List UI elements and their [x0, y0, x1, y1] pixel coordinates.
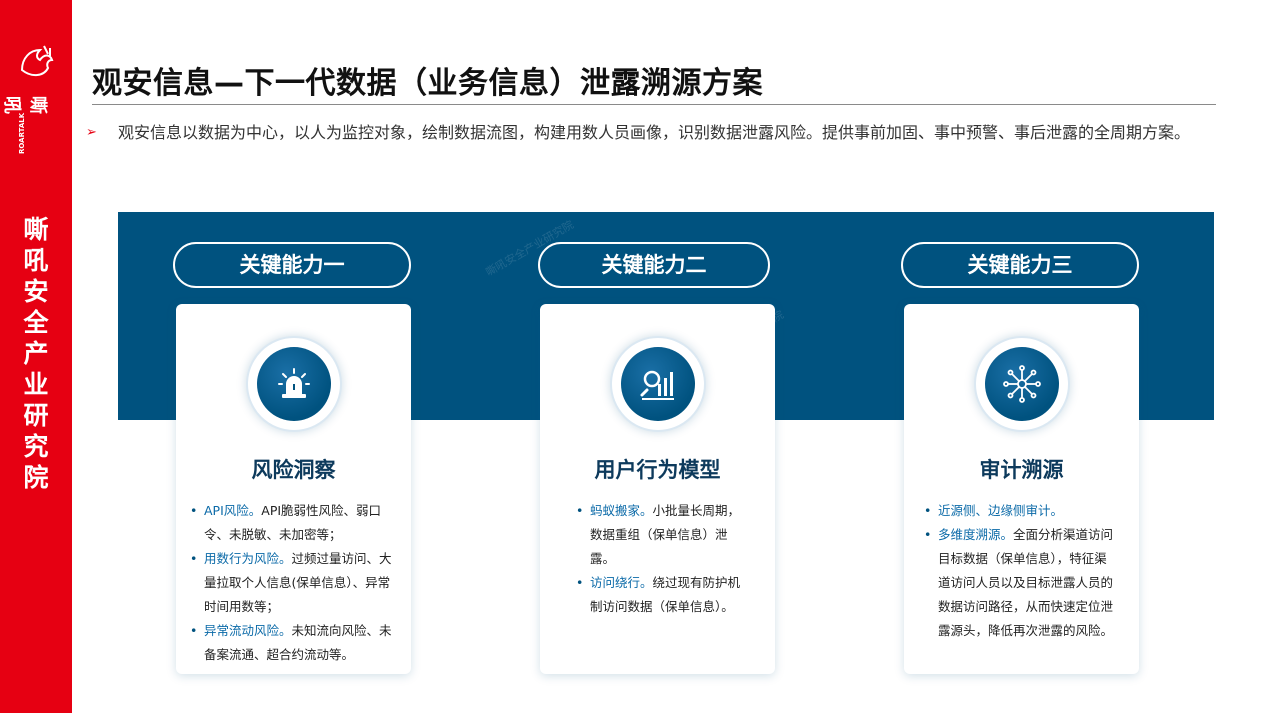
- intro-text: 观安信息以数据为中心，以人为监控对象，绘制数据流图，构建用数人员画像，识别数据泄…: [118, 123, 1191, 142]
- bullet-arrow-icon: ➢: [86, 125, 97, 140]
- list-item: 访问绕行。绕过现有防护机制访问数据（保单信息）。: [574, 571, 751, 619]
- brand-logo-cn: 嘶吼: [1, 96, 48, 114]
- analytics-chart-icon: [640, 370, 674, 400]
- list-item: 异常流动风险。未知流向风险、未备案流通、超合约流动等。: [188, 619, 401, 667]
- list-item: API风险。API脆弱性风险、弱口令、未脱敏、未加密等；: [188, 499, 401, 547]
- alarm-siren-icon: [277, 368, 310, 398]
- list-item: 近源侧、边缘侧审计。: [922, 499, 1119, 523]
- title-divider: [92, 104, 1216, 105]
- brand-logo-icon: [20, 45, 54, 76]
- card-title: 用户行为模型: [594, 458, 721, 482]
- card-list: API风险。API脆弱性风险、弱口令、未脱敏、未加密等； 用数行为风险。过频过量…: [188, 499, 401, 667]
- list-item: 用数行为风险。过频过量访问、大量拉取个人信息(保单信息）、异常时间用数等；: [188, 547, 401, 619]
- card-list: 蚂蚁搬家。小批量长周期，数据重组（保单信息）泄露。 访问绕行。绕过现有防护机制访…: [574, 499, 751, 619]
- page-title: 观安信息—下一代数据（业务信息）泄露溯源方案: [92, 66, 763, 101]
- capability-card-2: 用户行为模型 蚂蚁搬家。小批量长周期，数据重组（保单信息）泄露。 访问绕行。绕过…: [540, 304, 775, 674]
- icon-badge: [609, 336, 706, 432]
- card-title: 审计溯源: [979, 458, 1064, 482]
- capability-pill-2: 关键能力二: [538, 242, 770, 288]
- intro-paragraph: ➢ 观安信息以数据为中心，以人为监控对象，绘制数据流图，构建用数人员画像，识别数…: [86, 118, 1216, 148]
- capability-card-1: 风险洞察 API风险。API脆弱性风险、弱口令、未脱敏、未加密等； 用数行为风险…: [176, 304, 411, 674]
- icon-badge: [245, 336, 342, 432]
- list-item: 多维度溯源。全面分析渠道访问目标数据（保单信息），特征渠道访问人员以及目标泄露人…: [922, 523, 1119, 643]
- list-item: 蚂蚁搬家。小批量长周期，数据重组（保单信息）泄露。: [574, 499, 751, 571]
- card-title: 风险洞察: [251, 458, 336, 482]
- capability-pill-3: 关键能力三: [901, 242, 1139, 288]
- card-list: 近源侧、边缘侧审计。 多维度溯源。全面分析渠道访问目标数据（保单信息），特征渠道…: [922, 499, 1119, 643]
- capability-card-3: 审计溯源 近源侧、边缘侧审计。 多维度溯源。全面分析渠道访问目标数据（保单信息）…: [904, 304, 1139, 674]
- capability-pill-1: 关键能力一: [173, 242, 411, 288]
- brand-sidebar: ROARTALK 嘶吼 嘶 吼 安 全 产 业 研 究 院: [0, 0, 72, 713]
- network-hub-icon: [1002, 365, 1041, 403]
- icon-badge: [973, 336, 1070, 432]
- brand-vertical-name: 嘶 吼 安 全 产 业 研 究 院: [23, 215, 49, 492]
